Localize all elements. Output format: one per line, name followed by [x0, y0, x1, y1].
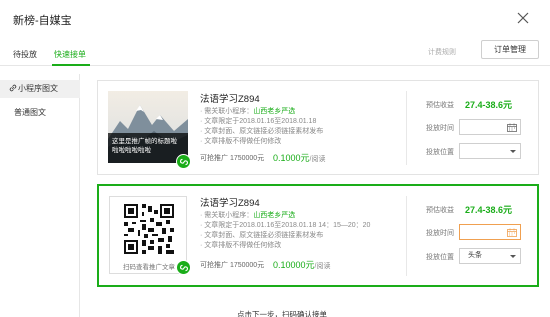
- sidebar: 小程序图文 普通图文: [0, 74, 80, 317]
- calendar-icon[interactable]: [507, 123, 517, 132]
- requirement-item: · 文章限定于2018.01.16至2018.01.18 14：15—20：20: [200, 222, 371, 229]
- estimate-value: 27.4-38.6元: [465, 205, 513, 215]
- requirement-item: · 文章排版不得做任何修改: [200, 242, 282, 249]
- qr-code-box: 扫码查看推广文章: [109, 196, 187, 274]
- sidebar-item-mini-program-article[interactable]: 小程序图文: [0, 80, 80, 98]
- time-label: 投放时间: [426, 230, 454, 237]
- position-label: 投放位置: [426, 149, 454, 156]
- position-select[interactable]: 头条: [459, 248, 521, 264]
- card-title: 法语学习Z894: [200, 198, 260, 209]
- task-card[interactable]: 这里是推广帧的标题啦 啦啦啦啦啦啦 法语学习Z894 · 需关联小程序：山西老乡…: [97, 80, 539, 175]
- footer-hint: 点击下一步，扫码确认接单: [237, 310, 327, 317]
- time-label: 投放时间: [426, 125, 454, 132]
- billing-rules-link[interactable]: 计费规则: [428, 47, 456, 57]
- estimate-value: 27.4-38.6元: [465, 100, 513, 110]
- requirement-item: · 文章封面、原文链接必须链接素材发布: [200, 128, 324, 135]
- estimate-label: 预估收益: [426, 102, 454, 109]
- qr-code-icon: [124, 204, 174, 254]
- chevron-down-icon: [510, 255, 516, 258]
- card-title: 法语学习Z894: [200, 94, 260, 105]
- requirement-item: · 文章封面、原文链接必须链接素材发布: [200, 232, 324, 239]
- link-icon: [9, 81, 17, 92]
- tab-quick-order[interactable]: 快速接单: [54, 49, 86, 60]
- window-title: 新榜-自媒宝: [13, 15, 72, 27]
- requirement-list: · 需关联小程序：山西老乡严选 · 文章限定于2018.01.16至2018.0…: [200, 107, 323, 147]
- requirement-item: · 需关联小程序：山西老乡严选: [200, 212, 296, 219]
- requirement-item: · 文章排版不得做任何修改: [200, 138, 282, 145]
- sidebar-item-normal-article[interactable]: 普通图文: [0, 104, 80, 122]
- requirement-item: · 需关联小程序：山西老乡严选: [200, 108, 296, 115]
- available-budget: 可抢推广 1750000元: [200, 155, 265, 162]
- mini-program-badge-icon: [176, 260, 191, 275]
- requirement-item: · 文章限定于2018.01.16至2018.01.18: [200, 118, 317, 125]
- estimate-label: 预估收益: [426, 207, 454, 214]
- position-select[interactable]: [459, 143, 521, 159]
- publish-time-input[interactable]: [459, 119, 521, 135]
- chevron-down-icon: [510, 150, 516, 153]
- sidebar-item-label: 小程序图文: [18, 84, 58, 93]
- divider: [406, 196, 407, 276]
- task-card-selected[interactable]: 扫码查看推广文章 法语学习Z894 · 需关联小程序：山西老乡严选 · 文章限定…: [97, 184, 539, 287]
- price-per-read: 0.1000元/阅读: [273, 153, 326, 163]
- calendar-icon[interactable]: [507, 228, 517, 237]
- mini-program-badge-icon: [176, 154, 191, 169]
- requirement-list: · 需关联小程序：山西老乡严选 · 文章限定于2018.01.16至2018.0…: [200, 211, 370, 251]
- tab-pending[interactable]: 待投放: [13, 49, 37, 60]
- article-thumbnail: 这里是推广帧的标题啦 啦啦啦啦啦啦: [108, 91, 188, 163]
- tab-bar: 待投放 快速接单: [0, 40, 550, 66]
- publish-time-input[interactable]: [459, 224, 521, 240]
- price-per-read: 0.10000元/阅读: [273, 260, 331, 270]
- available-budget: 可抢推广 1750000元: [200, 262, 265, 269]
- close-icon[interactable]: [516, 11, 530, 25]
- position-label: 投放位置: [426, 254, 454, 261]
- active-tab-indicator: [52, 64, 90, 66]
- order-management-button[interactable]: 订单管理: [481, 40, 539, 59]
- divider: [406, 91, 407, 165]
- title-bar: 新榜-自媒宝: [0, 0, 550, 40]
